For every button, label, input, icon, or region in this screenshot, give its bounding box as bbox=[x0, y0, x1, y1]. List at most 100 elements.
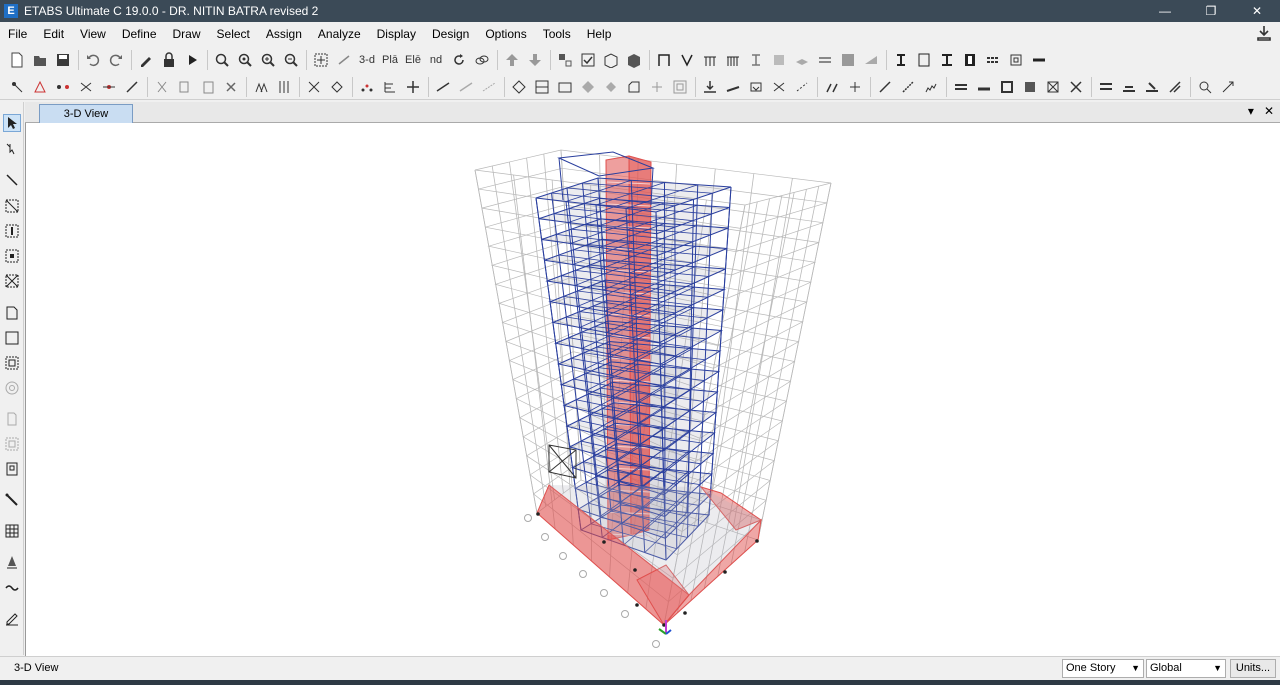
divide-lines-icon[interactable] bbox=[455, 76, 477, 98]
check-model-icon[interactable] bbox=[1164, 76, 1186, 98]
expand-area-icon[interactable] bbox=[577, 76, 599, 98]
pan-icon[interactable] bbox=[310, 49, 332, 71]
quick-draw-wall-icon[interactable] bbox=[3, 435, 21, 453]
frame-section-icon[interactable] bbox=[821, 76, 843, 98]
shear-wall-design-icon[interactable] bbox=[1005, 49, 1027, 71]
draw-tendon-icon[interactable] bbox=[3, 553, 21, 571]
new-model-icon[interactable] bbox=[6, 49, 28, 71]
assign-joint-icon[interactable] bbox=[52, 76, 74, 98]
move-up-icon[interactable] bbox=[501, 49, 523, 71]
lock-icon[interactable] bbox=[158, 49, 180, 71]
elevation-view-button[interactable]: Elē bbox=[402, 49, 424, 71]
composite-design-icon[interactable] bbox=[982, 49, 1004, 71]
reports-icon[interactable] bbox=[1118, 76, 1140, 98]
divide-frames-icon[interactable] bbox=[273, 76, 295, 98]
zoom-in-icon[interactable] bbox=[257, 49, 279, 71]
refresh-pencil-icon[interactable] bbox=[135, 49, 157, 71]
assign-temp-icon[interactable] bbox=[791, 76, 813, 98]
menu-edit[interactable]: Edit bbox=[35, 27, 72, 41]
opening-area-icon[interactable] bbox=[669, 76, 691, 98]
extend-lines-icon[interactable] bbox=[478, 76, 500, 98]
menu-select[interactable]: Select bbox=[209, 27, 258, 41]
draw-wave-icon[interactable] bbox=[3, 578, 21, 596]
draw-polygon-area-icon[interactable] bbox=[3, 304, 21, 322]
move-icon[interactable] bbox=[402, 76, 424, 98]
zoom-restore-icon[interactable] bbox=[234, 49, 256, 71]
model-3d-viewport[interactable] bbox=[25, 123, 1280, 656]
edit-area-icon[interactable] bbox=[508, 76, 530, 98]
menu-define[interactable]: Define bbox=[114, 27, 165, 41]
menu-draw[interactable]: Draw bbox=[165, 27, 209, 41]
copy-icon[interactable] bbox=[174, 76, 196, 98]
coordinate-system-select[interactable]: Global ▼ bbox=[1146, 659, 1226, 678]
draw-line-icon[interactable] bbox=[3, 171, 21, 189]
quick-draw-area-icon[interactable] bbox=[3, 354, 21, 372]
menu-design[interactable]: Design bbox=[424, 27, 477, 41]
tab-3d-view[interactable]: 3-D View bbox=[39, 104, 133, 123]
draw-dimension-icon[interactable] bbox=[3, 609, 21, 627]
link-icon[interactable] bbox=[897, 76, 919, 98]
cut-icon[interactable] bbox=[151, 76, 173, 98]
reshape-icon[interactable] bbox=[1217, 76, 1239, 98]
menu-analyze[interactable]: Analyze bbox=[310, 27, 369, 41]
draw-slab-icon[interactable] bbox=[791, 49, 813, 71]
draw-beam-icon[interactable] bbox=[699, 49, 721, 71]
quick-draw-brace-icon[interactable] bbox=[3, 272, 21, 290]
draw-rect-area-icon[interactable] bbox=[3, 329, 21, 347]
divide-area-icon[interactable] bbox=[531, 76, 553, 98]
save-icon[interactable] bbox=[52, 49, 74, 71]
diaphragm-icon[interactable] bbox=[75, 76, 97, 98]
view-3d-button[interactable]: 3-d bbox=[356, 49, 378, 71]
show-deformed-icon[interactable] bbox=[950, 76, 972, 98]
mesh-icon[interactable] bbox=[326, 76, 348, 98]
run-analysis-icon[interactable] bbox=[181, 49, 203, 71]
extrude-icon[interactable] bbox=[623, 49, 645, 71]
plan-view-button[interactable]: Plā bbox=[379, 49, 401, 71]
draw-link-icon[interactable] bbox=[3, 491, 21, 509]
column-design-icon[interactable] bbox=[913, 49, 935, 71]
show-loads-icon[interactable] bbox=[973, 76, 995, 98]
detailing-icon[interactable] bbox=[1141, 76, 1163, 98]
assign-wind-icon[interactable] bbox=[768, 76, 790, 98]
menu-tools[interactable]: Tools bbox=[535, 27, 579, 41]
story-select[interactable]: One Story ▼ bbox=[1062, 659, 1144, 678]
spring-icon[interactable] bbox=[920, 76, 942, 98]
frame-releases-icon[interactable] bbox=[844, 76, 866, 98]
draw-frame-rect-icon[interactable] bbox=[3, 197, 21, 215]
draw-frame-icon[interactable] bbox=[653, 49, 675, 71]
restore-button[interactable]: ❐ bbox=[1188, 0, 1234, 22]
local-axes-icon[interactable] bbox=[121, 76, 143, 98]
menu-file[interactable]: File bbox=[0, 27, 35, 41]
assign-frame-load-icon[interactable] bbox=[722, 76, 744, 98]
align-icon[interactable] bbox=[379, 76, 401, 98]
draw-wall-tool-icon[interactable] bbox=[3, 410, 21, 428]
move-down-icon[interactable] bbox=[524, 49, 546, 71]
tables-icon[interactable] bbox=[1095, 76, 1117, 98]
etabs-app-icon[interactable]: E bbox=[4, 4, 18, 18]
add-point-area-icon[interactable] bbox=[646, 76, 668, 98]
open-icon[interactable] bbox=[29, 49, 51, 71]
reshape-object-icon[interactable] bbox=[3, 140, 21, 158]
menu-assign[interactable]: Assign bbox=[258, 27, 310, 41]
joint-icon[interactable] bbox=[6, 76, 28, 98]
steel-design-icon[interactable] bbox=[936, 49, 958, 71]
chamfer-icon[interactable] bbox=[623, 76, 645, 98]
draw-deck-icon[interactable] bbox=[814, 49, 836, 71]
delete-icon[interactable] bbox=[220, 76, 242, 98]
snap-icon[interactable] bbox=[1194, 76, 1216, 98]
zoom-out-icon[interactable] bbox=[280, 49, 302, 71]
draw-secondary-beam-icon[interactable] bbox=[722, 49, 744, 71]
show-design-icon[interactable] bbox=[1065, 76, 1087, 98]
replicate-icon[interactable] bbox=[250, 76, 272, 98]
assign-point-load-icon[interactable] bbox=[699, 76, 721, 98]
draw-opening-icon[interactable] bbox=[837, 49, 859, 71]
align-points-icon[interactable] bbox=[303, 76, 325, 98]
release-icon[interactable] bbox=[98, 76, 120, 98]
object-shrink-icon[interactable] bbox=[554, 49, 576, 71]
close-button[interactable]: ✕ bbox=[1234, 0, 1280, 22]
edit-points-icon[interactable] bbox=[356, 76, 378, 98]
quick-draw-column-icon[interactable] bbox=[3, 222, 21, 240]
show-mode-icon[interactable] bbox=[1042, 76, 1064, 98]
download-icon[interactable] bbox=[1256, 25, 1272, 41]
nd-view-button[interactable]: nd bbox=[425, 49, 447, 71]
